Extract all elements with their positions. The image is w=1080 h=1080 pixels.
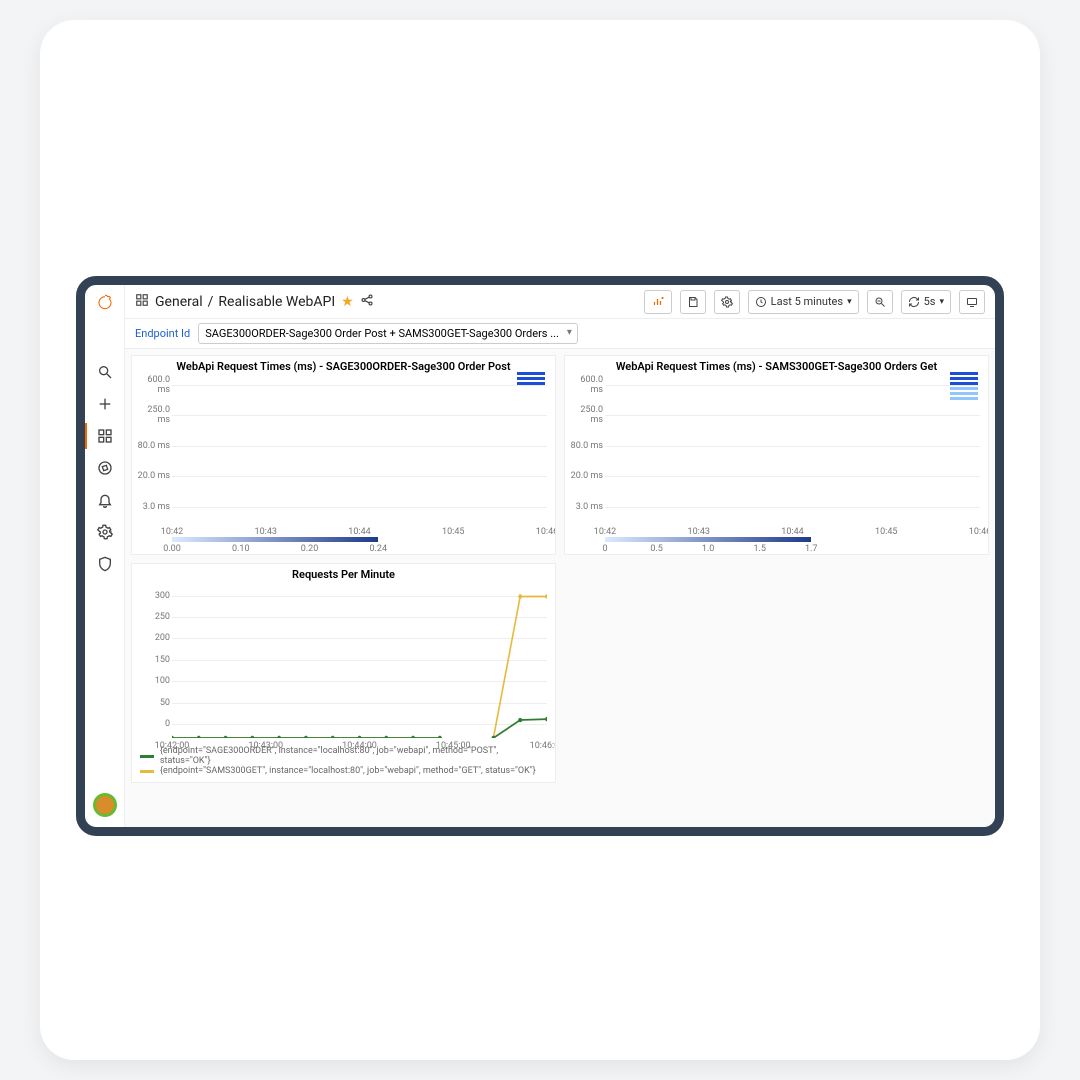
chart-body: 30025020015010050010:42:0010:43:0010:44:… (172, 587, 547, 738)
panel-title: Requests Per Minute (132, 564, 555, 583)
save-button[interactable] (680, 290, 706, 314)
variable-label: Endpoint Id (135, 327, 190, 340)
star-icon[interactable]: ★ (341, 294, 354, 310)
legend-text-2: {endpoint="SAMS300GET", instance="localh… (160, 766, 536, 776)
variable-row: Endpoint Id SAGE300ORDER-Sage300 Order P… (125, 319, 995, 349)
grafana-logo-icon[interactable] (96, 293, 114, 311)
breadcrumb-root[interactable]: General (155, 294, 203, 310)
legend-swatch-green (140, 755, 154, 758)
alert-icon[interactable] (96, 491, 114, 509)
refresh-button[interactable]: 5s ▾ (901, 290, 951, 314)
chart-body: 600.0 ms250.0 ms80.0 ms20.0 ms3.0 ms10:4… (605, 379, 980, 546)
zoom-out-button[interactable] (867, 290, 893, 314)
header: General / Realisable WebAPI ★ (125, 285, 995, 319)
panel-request-times-post[interactable]: WebApi Request Times (ms) - SAGE300ORDER… (131, 355, 556, 555)
sidebar (85, 285, 125, 827)
tv-mode-button[interactable] (959, 290, 985, 314)
settings-button[interactable] (714, 290, 740, 314)
time-range-button[interactable]: Last 5 minutes ▾ (748, 290, 859, 314)
breadcrumb-leaf[interactable]: Realisable WebAPI (218, 294, 335, 310)
panels-grid: WebApi Request Times (ms) - SAGE300ORDER… (125, 349, 995, 827)
apps-icon (135, 293, 149, 311)
panel-title: WebApi Request Times (ms) - SAGE300ORDER… (132, 356, 555, 375)
explore-icon[interactable] (96, 459, 114, 477)
add-panel-button[interactable] (644, 290, 672, 314)
variable-select[interactable]: SAGE300ORDER-Sage300 Order Post + SAMS30… (198, 323, 578, 344)
app-window: General / Realisable WebAPI ★ (76, 276, 1004, 836)
avatar[interactable] (93, 793, 117, 817)
chevron-down-icon: ▾ (939, 297, 944, 307)
chart-body: 600.0 ms250.0 ms80.0 ms20.0 ms3.0 ms10:4… (172, 379, 547, 546)
legend-swatch-yellow (140, 770, 154, 773)
plus-icon[interactable] (96, 395, 114, 413)
outer-card: General / Realisable WebAPI ★ (40, 20, 1040, 1060)
shield-icon[interactable] (96, 555, 114, 573)
variable-value: SAGE300ORDER-Sage300 Order Post + SAMS30… (205, 327, 559, 340)
gear-icon[interactable] (96, 523, 114, 541)
dashboards-icon[interactable] (96, 427, 114, 445)
panel-title: WebApi Request Times (ms) - SAMS300GET-S… (565, 356, 988, 375)
panel-requests-per-minute[interactable]: Requests Per Minute 30025020015010050010… (131, 563, 556, 783)
main: General / Realisable WebAPI ★ (125, 285, 995, 827)
search-icon[interactable] (96, 363, 114, 381)
breadcrumb-sep: / (208, 294, 214, 310)
refresh-interval-label: 5s (924, 295, 936, 308)
share-icon[interactable] (360, 293, 374, 311)
panel-request-times-get[interactable]: WebApi Request Times (ms) - SAMS300GET-S… (564, 355, 989, 555)
time-range-label: Last 5 minutes (771, 295, 843, 308)
chevron-down-icon: ▾ (847, 297, 852, 307)
